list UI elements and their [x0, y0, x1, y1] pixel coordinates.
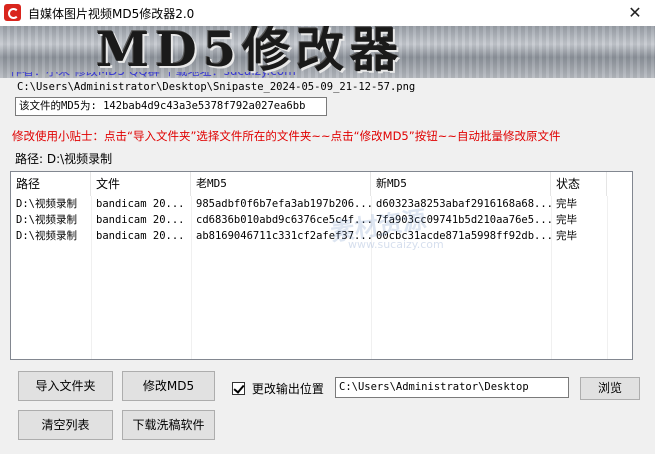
cell-file: bandicam 20... [96, 214, 185, 226]
window-title: 自媒体图片视频MD5修改器2.0 [28, 7, 195, 21]
selected-file-path: C:\Users\Administrator\Desktop\Snipaste_… [17, 81, 416, 93]
column-header-new-md5[interactable]: 新MD5 [371, 172, 551, 196]
table-header: 路径 文件 老MD5 新MD5 状态 [11, 172, 632, 196]
cell-file: bandicam 20... [96, 230, 185, 242]
column-header-status[interactable]: 状态 [551, 172, 607, 196]
cell-path: D:\视频录制 [16, 230, 77, 242]
import-folder-button[interactable]: 导入文件夹 [18, 371, 113, 401]
banner-logo-text: MD5修改器 [96, 26, 405, 78]
cell-status: 完毕 [556, 230, 577, 242]
watermark-url: www.sucaizy.com [348, 238, 444, 251]
file-md5-field[interactable]: 该文件的MD5为: 142bab4d9c43a3e5378f792a027ea6… [15, 97, 327, 116]
change-output-toggle[interactable]: 更改输出位置 [232, 380, 324, 396]
header-banner: 作者：小朱 修改MD5 QQ群 下载地址：sucaizy.com MD5修改器 [0, 26, 655, 78]
column-header-file[interactable]: 文件 [91, 172, 191, 196]
app-logo-icon [4, 4, 21, 21]
clear-list-button[interactable]: 清空列表 [18, 410, 113, 440]
change-output-label: 更改输出位置 [251, 382, 324, 396]
output-path-input[interactable]: C:\Users\Administrator\Desktop [335, 377, 569, 398]
cell-status: 完毕 [556, 198, 577, 210]
table-row[interactable]: D:\视频录制 bandicam 20... 985adbf0f6b7efa3a… [11, 197, 632, 212]
usage-tip: 修改使用小贴士：点击“导入文件夹”选择文件所在的文件夹~~点击“修改MD5”按钮… [12, 129, 561, 143]
current-folder-path: 路径: D:\视频录制 [15, 152, 113, 166]
download-software-button[interactable]: 下载洗稿软件 [122, 410, 215, 440]
file-list-table[interactable]: 路径 文件 老MD5 新MD5 状态 D:\视频录制 bandicam 20..… [10, 171, 633, 360]
close-icon[interactable]: ✕ [615, 0, 655, 26]
title-bar: 自媒体图片视频MD5修改器2.0 ✕ [0, 0, 655, 26]
column-header-path[interactable]: 路径 [11, 172, 91, 196]
cell-path: D:\视频录制 [16, 198, 77, 210]
cell-file: bandicam 20... [96, 198, 185, 210]
table-row[interactable]: D:\视频录制 bandicam 20... cd6836b010abd9c63… [11, 213, 632, 228]
change-output-checkbox[interactable] [232, 382, 245, 395]
table-row[interactable]: D:\视频录制 bandicam 20... ab8169046711c331c… [11, 229, 632, 244]
cell-status: 完毕 [556, 214, 577, 226]
cell-path: D:\视频录制 [16, 214, 77, 226]
column-header-old-md5[interactable]: 老MD5 [191, 172, 371, 196]
browse-button[interactable]: 浏览 [580, 377, 640, 400]
modify-md5-button[interactable]: 修改MD5 [122, 371, 215, 401]
